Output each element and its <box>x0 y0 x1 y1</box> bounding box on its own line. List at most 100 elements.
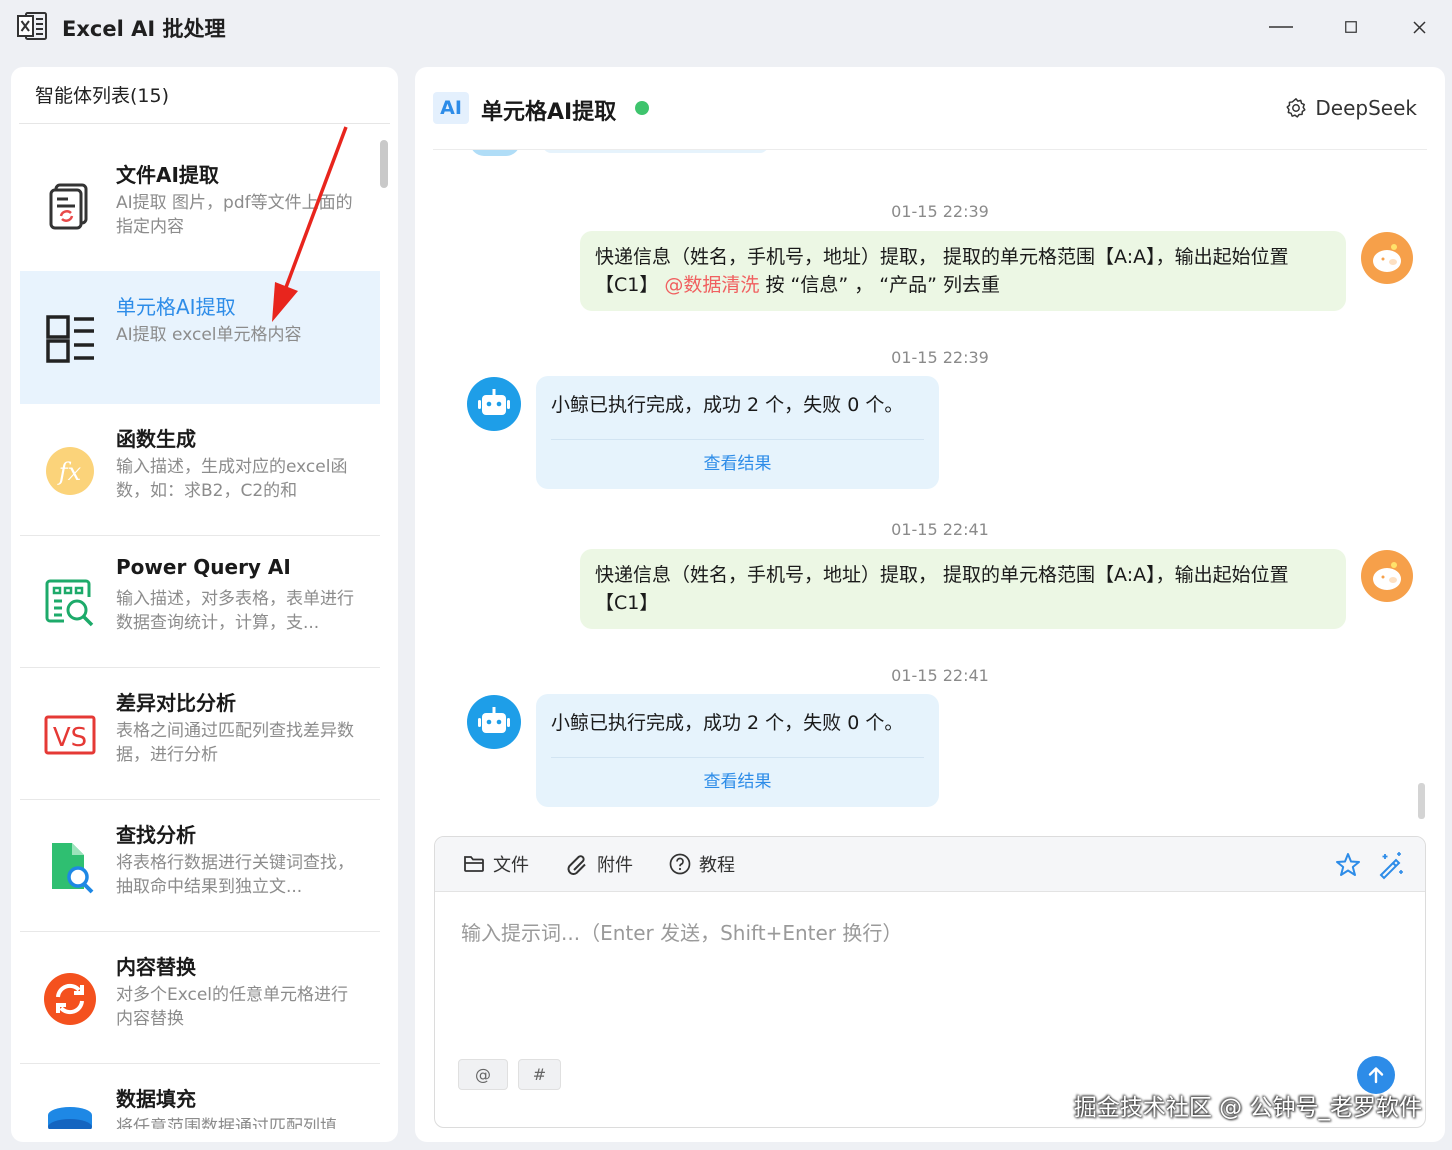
online-status-dot <box>635 101 649 115</box>
bot-message: 小鲸已执行完成，成功 2 个，失败 0 个。 查看结果 <box>536 376 939 489</box>
message-timestamp: 01-15 22:39 <box>891 202 989 221</box>
attach-label: 附件 <box>597 855 633 876</box>
magic-wand-icon <box>1379 852 1403 880</box>
agent-item-cell-extract[interactable]: 单元格AI提取 AI提取 excel单元格内容 <box>20 271 380 404</box>
avatar-bot-partial <box>470 150 520 156</box>
tutorial-label: 教程 <box>699 855 735 876</box>
chat-scrollbar[interactable] <box>1418 783 1425 819</box>
message-list[interactable]: 01-15 22:39 快递信息（姓名，手机号，地址）提取， 提取的单元格范围【… <box>415 150 1445 818</box>
message-text: 快递信息（姓名，手机号，地址）提取， 提取的单元格范围【A:A】，输出起始位置【… <box>595 564 1289 614</box>
divider <box>551 439 924 440</box>
agent-name: 查找分析 <box>116 823 196 847</box>
maximize-icon <box>1345 21 1357 33</box>
file-button[interactable]: 文件 <box>463 851 529 877</box>
agent-item-file-extract[interactable]: 文件AI提取 AI提取 图片，pdf等文件上面的指定内容 <box>20 139 380 272</box>
divider <box>551 757 924 758</box>
agent-desc: 输入描述，生成对应的excel函数，如：求B2，C2的和 <box>116 457 348 501</box>
message-text: 按 “信息” ， “产品” 列去重 <box>759 274 1000 296</box>
composer-toolbar: 文件 附件 教程 <box>435 837 1425 892</box>
view-result-link[interactable]: 查看结果 <box>536 449 939 474</box>
grid-list-icon <box>46 315 94 363</box>
agent-desc: 将表格行数据进行关键词查找，抽取命中结果到独立文... <box>116 853 354 897</box>
agent-desc: 表格之间通过匹配列查找差异数据，进行分析 <box>116 721 354 765</box>
agent-desc: 输入描述，对多表格，表单进行数据查询统计，计算，支... <box>116 589 354 633</box>
paperclip-icon <box>567 855 586 875</box>
model-settings-button[interactable]: DeepSeek <box>1285 96 1417 120</box>
close-icon <box>1412 20 1426 34</box>
view-result-link[interactable]: 查看结果 <box>536 767 939 792</box>
sidebar-title: 智能体列表(15) <box>35 85 170 107</box>
bot-avatar <box>467 377 521 431</box>
gear-icon <box>1286 98 1306 118</box>
close-button[interactable] <box>1399 10 1439 44</box>
message-timestamp: 01-15 22:39 <box>891 348 989 367</box>
user-avatar <box>1361 550 1413 602</box>
tutorial-button[interactable]: 教程 <box>669 851 735 877</box>
fx-icon: fx <box>46 447 94 495</box>
svg-text:VS: VS <box>53 723 87 753</box>
robot-icon <box>478 389 510 415</box>
agent-item-diff-compare[interactable]: VS 差异对比分析 表格之间通过匹配列查找差异数据，进行分析 <box>20 667 380 800</box>
agent-name: 文件AI提取 <box>116 163 219 187</box>
robot-icon <box>478 707 510 733</box>
message-timestamp: 01-15 22:41 <box>891 520 989 539</box>
agent-item-formula[interactable]: fx 函数生成 输入描述，生成对应的excel函数，如：求B2，C2的和 <box>20 403 380 536</box>
bot-avatar <box>467 695 521 749</box>
search-file-icon <box>52 843 94 894</box>
star-icon <box>1336 853 1360 876</box>
agent-name: 单元格AI提取 <box>116 295 236 319</box>
chat-title: 单元格AI提取 <box>481 100 617 125</box>
agent-name: 函数生成 <box>116 427 196 451</box>
agent-item-replace[interactable]: 内容替换 对多个Excel的任意单元格进行内容替换 <box>20 931 380 1064</box>
agent-item-search-analysis[interactable]: 查找分析 将表格行数据进行关键词查找，抽取命中结果到独立文... <box>20 799 380 932</box>
help-icon <box>669 853 691 875</box>
attachment-button[interactable]: 附件 <box>565 851 633 877</box>
favorite-button[interactable] <box>1333 850 1363 880</box>
pig-avatar-icon <box>1373 244 1401 272</box>
agent-item-power-query[interactable]: Power Query AI 输入描述，对多表格，表单进行数据查询统计，计算，支… <box>20 535 380 668</box>
agent-name: Power Query AI <box>116 555 291 579</box>
agent-desc: 对多个Excel的任意单元格进行内容替换 <box>116 985 349 1029</box>
agent-name: 数据填充 <box>116 1087 196 1111</box>
topic-button[interactable]: # <box>518 1059 561 1090</box>
mention-tag[interactable]: @数据清洗 <box>664 274 759 296</box>
user-avatar <box>1361 232 1413 284</box>
message-text: 小鲸已执行完成，成功 2 个，失败 0 个。 <box>551 394 904 416</box>
user-message: 快递信息（姓名，手机号，地址）提取， 提取的单元格范围【A:A】，输出起始位置【… <box>580 549 1346 629</box>
agent-name: 差异对比分析 <box>116 691 236 715</box>
maximize-button[interactable] <box>1331 10 1371 44</box>
svg-text:fx: fx <box>57 458 82 486</box>
minimize-icon <box>1269 26 1293 28</box>
replace-icon <box>44 973 96 1025</box>
pig-avatar-icon <box>1373 562 1401 590</box>
ai-badge: AI <box>433 92 469 124</box>
app-title: Excel AI 批处理 <box>62 17 226 41</box>
agent-desc: AI提取 excel单元格内容 <box>116 325 302 345</box>
file-extract-icon <box>49 183 88 230</box>
mention-button[interactable]: @ <box>458 1059 508 1090</box>
prompt-input[interactable] <box>461 917 1391 1047</box>
message-text: 小鲸已执行完成，成功 2 个，失败 0 个。 <box>551 712 904 734</box>
query-icon <box>45 579 94 627</box>
minimize-button[interactable] <box>1261 10 1301 44</box>
agent-item-data-fill[interactable]: 数据填充 将任意范围数据通过匹配列填 <box>20 1063 380 1129</box>
message-composer: 文件 附件 教程 输入提示词...（Enter 发送，Shift+Enter 换… <box>434 836 1426 1128</box>
message-timestamp: 01-15 22:41 <box>891 666 989 685</box>
user-message: 快递信息（姓名，手机号，地址）提取， 提取的单元格范围【A:A】，输出起始位置【… <box>580 231 1346 311</box>
watermark: 掘金技术社区 @ 公钟号_老罗软件 <box>1073 1095 1422 1121</box>
bot-message: 小鲸已执行完成，成功 2 个，失败 0 个。 查看结果 <box>536 694 939 807</box>
agent-desc: 将任意范围数据通过匹配列填 <box>116 1117 337 1129</box>
agent-sidebar: 智能体列表(15) 文件AI提取 AI提取 图片，pdf等文件上面的指定内容 单… <box>11 67 398 1142</box>
agent-desc: AI提取 图片，pdf等文件上面的指定内容 <box>116 193 353 237</box>
file-label: 文件 <box>493 855 529 876</box>
model-name: DeepSeek <box>1315 96 1417 120</box>
vs-icon: VS <box>44 715 96 755</box>
agent-list[interactable]: 文件AI提取 AI提取 图片，pdf等文件上面的指定内容 单元格AI提取 AI提… <box>20 139 380 1129</box>
arrow-up-icon <box>1368 1067 1384 1084</box>
chat-panel: AI 单元格AI提取 DeepSeek 01-15 22:39 快递信息（姓名，… <box>415 67 1445 1142</box>
agent-name: 内容替换 <box>116 955 196 979</box>
sidebar-scrollbar[interactable] <box>380 140 388 188</box>
magic-edit-button[interactable] <box>1376 850 1406 880</box>
folder-icon <box>464 856 484 872</box>
title-bar: Excel AI 批处理 <box>0 0 1452 56</box>
